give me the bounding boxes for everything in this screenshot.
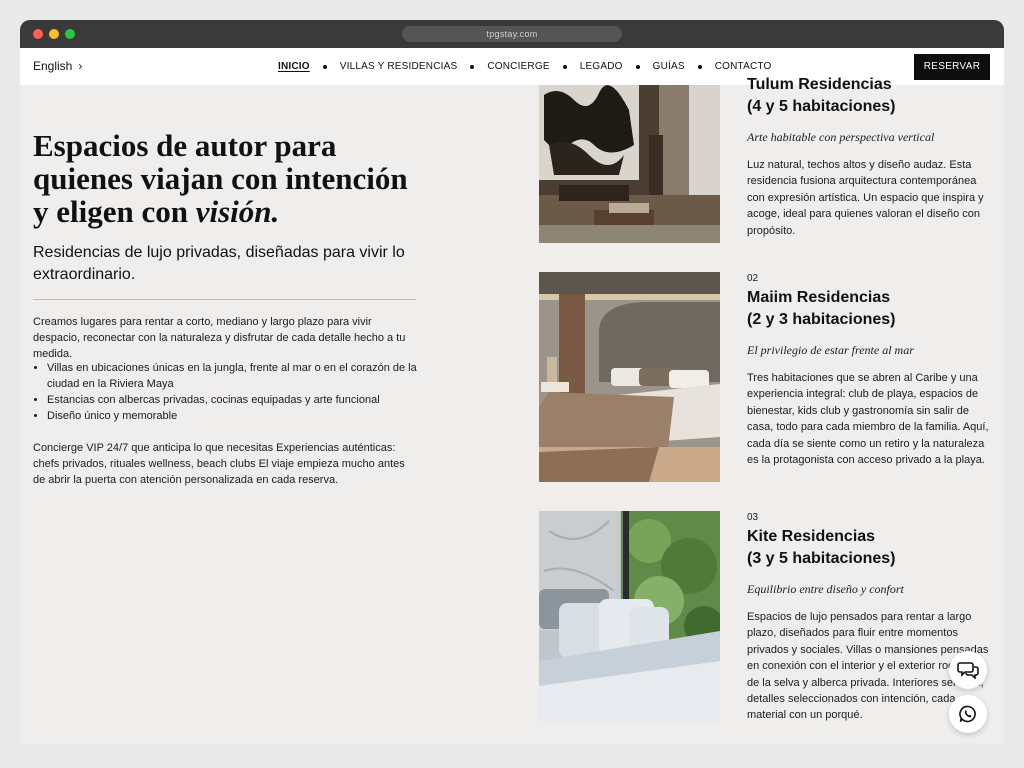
listing-info-maiim: 02 Maiim Residencias (2 y 3 habitaciones… <box>747 272 992 468</box>
nav-separator <box>635 64 640 69</box>
list-item: Estancias con albercas privadas, cocinas… <box>47 392 417 408</box>
nav-item-guias[interactable]: GUÍAS <box>653 61 685 72</box>
browser-window: tpgstay.com English › INICIO VILLAS Y RES… <box>20 20 1004 744</box>
listing-name-line-2: (3 y 5 habitaciones) <box>747 550 896 567</box>
list-item: Diseño único y memorable <box>47 408 417 424</box>
listing-tulum[interactable]: Tulum Residencias (4 y 5 habitaciones) A… <box>539 76 984 243</box>
bedroom-jungle-photo <box>539 511 720 721</box>
hero-bullet-list: Villas en ubicaciones únicas en la jungl… <box>47 360 417 424</box>
listing-tagline: Arte habitable con perspectiva vertical <box>747 130 935 144</box>
listing-name-line-2: (4 y 5 habitaciones) <box>747 98 896 115</box>
chevron-right-icon: › <box>78 59 83 73</box>
listing-info-kite: 03 Kite Residencias (3 y 5 habitaciones)… <box>747 511 992 724</box>
hero-closing: Concierge VIP 24/7 que anticipa lo que n… <box>33 442 405 486</box>
list-item: Villas en ubicaciones únicas en la jungl… <box>47 360 417 392</box>
listing-photo-maiim[interactable] <box>539 272 720 482</box>
listing-name[interactable]: Maiim Residencias (2 y 3 habitaciones) <box>747 287 992 331</box>
listing-name-line-1: Maiim Residencias <box>747 289 891 306</box>
main-navigation: INICIO VILLAS Y RESIDENCIAS CONCIERGE LE… <box>278 48 772 85</box>
nav-item-inicio[interactable]: INICIO <box>278 61 310 72</box>
hero-title-emphasis: visión. <box>195 194 280 229</box>
listing-name-line-1: Kite Residencias <box>747 528 876 545</box>
hero-subtitle: Residencias de lujo privadas, diseñadas … <box>33 244 405 283</box>
listing-name-line-1: Tulum Residencias <box>747 76 892 93</box>
address-bar[interactable]: tpgstay.com <box>402 26 622 42</box>
nav-item-legado[interactable]: LEGADO <box>580 61 623 72</box>
nav-separator <box>562 64 567 69</box>
listing-kite[interactable]: 03 Kite Residencias (3 y 5 habitaciones)… <box>539 511 988 721</box>
whatsapp-icon <box>959 705 976 723</box>
listing-description: Luz natural, techos altos y diseño audaz… <box>747 159 984 237</box>
nav-separator <box>470 64 475 69</box>
listing-number: 02 <box>747 273 759 284</box>
chat-button[interactable] <box>949 651 987 689</box>
listing-number: 03 <box>747 512 759 523</box>
maximize-window-button[interactable] <box>65 29 75 39</box>
listing-tagline: El privilegio de estar frente al mar <box>747 343 914 357</box>
listing-info-tulum: Tulum Residencias (4 y 5 habitaciones) A… <box>747 73 992 239</box>
listing-name[interactable]: Tulum Residencias (4 y 5 habitaciones) <box>747 74 992 118</box>
bedroom-photo <box>539 272 720 482</box>
minimize-window-button[interactable] <box>49 29 59 39</box>
listing-photo-tulum[interactable] <box>539 85 720 243</box>
language-label: English <box>33 59 73 73</box>
hero-title-line-2: quienes viajan con intención <box>33 161 408 196</box>
hero-intro: Creamos lugares para rentar a corto, med… <box>33 316 406 360</box>
listing-name[interactable]: Kite Residencias (3 y 5 habitaciones) <box>747 526 992 570</box>
hero-divider <box>33 299 416 300</box>
hero-title: Espacios de autor para quienes viajan co… <box>33 129 433 228</box>
listing-description: Tres habitaciones que se abren al Caribe… <box>747 372 989 467</box>
nav-item-villas[interactable]: VILLAS Y RESIDENCIAS <box>340 61 458 72</box>
hero-title-line-1: Espacios de autor para <box>33 128 337 163</box>
whatsapp-button[interactable] <box>949 695 987 733</box>
nav-separator <box>697 64 702 69</box>
hero-title-line-3: y eligen con <box>33 194 196 229</box>
nav-item-concierge[interactable]: CONCIERGE <box>487 61 549 72</box>
language-selector[interactable]: English › <box>33 48 82 85</box>
living-room-photo <box>539 85 720 243</box>
nav-item-contacto[interactable]: CONTACTO <box>715 61 772 72</box>
listing-name-line-2: (2 y 3 habitaciones) <box>747 311 896 328</box>
listing-tagline: Equilibrio entre diseño y confort <box>747 582 904 596</box>
close-window-button[interactable] <box>33 29 43 39</box>
listing-photo-kite[interactable] <box>539 511 720 721</box>
chat-bubbles-icon <box>957 662 979 679</box>
nav-separator <box>322 64 327 69</box>
listing-maiim[interactable]: 02 Maiim Residencias (2 y 3 habitaciones… <box>539 272 989 482</box>
browser-titlebar: tpgstay.com <box>20 20 1004 48</box>
